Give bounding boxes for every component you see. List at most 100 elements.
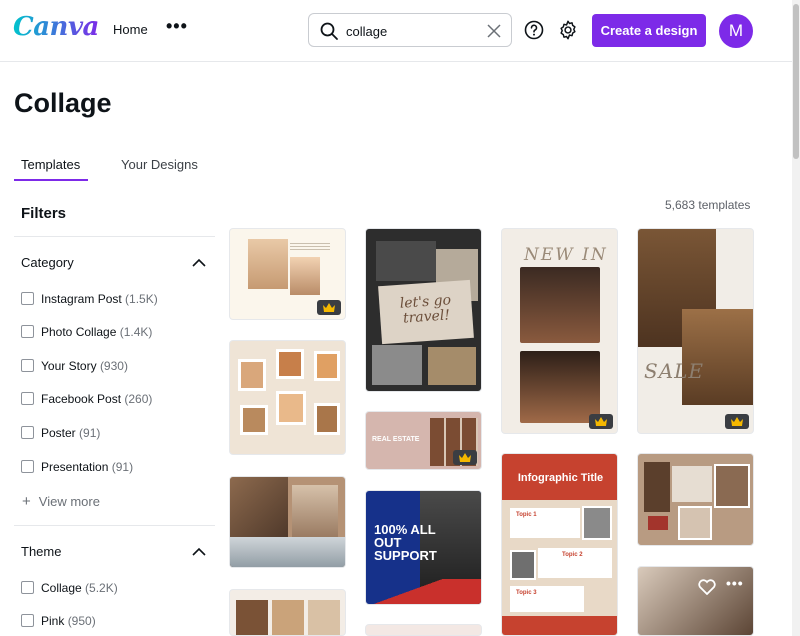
template-card[interactable] [365,624,482,636]
page-scrollbar[interactable] [792,0,800,636]
help-icon[interactable] [524,20,544,40]
template-photo [276,391,306,425]
template-text-topic: Topic 3 [516,590,537,596]
template-card[interactable]: SALE [637,228,754,434]
template-text-travel: let's go travel! [399,292,452,327]
template-photo [582,506,612,540]
template-photo [272,600,304,635]
template-card[interactable] [229,340,346,455]
premium-crown-badge [725,414,749,429]
page-title: Collage [14,88,112,118]
category-filter-header[interactable]: Category [21,255,74,270]
template-photo [314,403,340,435]
template-card[interactable] [229,589,346,636]
premium-crown-badge [317,300,341,315]
template-photo [672,466,712,502]
nav-home-link[interactable]: Home [113,22,148,37]
favorite-heart-icon[interactable] [698,579,716,595]
template-photo [678,506,712,540]
checkbox[interactable] [21,460,34,473]
checkbox[interactable] [21,325,34,338]
template-card[interactable] [637,453,754,546]
filter-option-instagram-post[interactable]: Instagram Post (1.5K) [21,292,158,308]
create-design-button[interactable]: Create a design [592,14,706,47]
template-text-topic: Topic 1 [516,512,537,518]
template-accent [648,516,668,530]
filters-heading: Filters [21,205,67,222]
more-options-icon[interactable]: ••• [726,575,744,591]
template-photo [520,351,600,423]
template-card[interactable] [229,476,346,568]
template-photo [428,347,476,385]
user-avatar[interactable]: M [719,14,753,48]
template-card[interactable]: let's go travel! [365,228,482,392]
template-text-sale: SALE [644,359,705,383]
checkbox[interactable] [21,359,34,372]
template-text-support: 100% ALL OUT SUPPORT [374,522,437,563]
template-photo [290,257,320,295]
template-text-topic: Topic 2 [562,552,583,558]
clear-search-icon[interactable] [484,21,504,41]
search-input[interactable] [346,21,476,41]
active-tab-indicator [14,179,88,181]
checkbox[interactable] [21,614,34,627]
template-photo [644,462,670,512]
premium-crown-badge [589,414,613,429]
template-card[interactable]: ••• [637,566,754,636]
crown-icon [731,417,743,426]
template-text-lines [290,243,330,251]
template-photo [510,550,536,580]
template-photo [682,309,753,405]
scrollbar-thumb[interactable] [793,4,799,159]
template-photo [240,405,268,435]
template-count: 5,683 templates [665,198,751,212]
template-photo [308,600,340,635]
template-text-infographic: Infographic Title [517,472,604,484]
template-card[interactable] [229,228,346,320]
chevron-up-icon[interactable] [191,547,207,557]
template-photo [292,485,338,537]
search-icon [320,22,338,40]
template-photo [372,345,422,385]
template-photo [248,239,288,289]
crown-icon [459,453,471,462]
template-photo [230,537,345,567]
checkbox[interactable] [21,426,34,439]
template-accent [366,579,481,604]
filter-option-pink[interactable]: Pink (950) [21,614,96,630]
template-card[interactable]: NEW IN [501,228,618,434]
tab-your-designs[interactable]: Your Designs [121,157,198,172]
template-card[interactable]: 100% ALL OUT SUPPORT [365,490,482,605]
tab-templates[interactable]: Templates [21,157,80,172]
filter-option-presentation[interactable]: Presentation (91) [21,460,133,476]
canva-logo[interactable]: Canva [13,12,99,42]
filter-option-your-story[interactable]: Your Story (930) [21,359,128,375]
template-text-real-estate: REAL ESTATE [372,436,420,443]
template-photo [236,600,268,635]
crown-icon [323,303,335,312]
filter-option-collage[interactable]: Collage (5.2K) [21,581,118,597]
filter-option-facebook-post[interactable]: Facebook Post (260) [21,392,152,408]
template-card[interactable]: Infographic Title Topic 1 Topic 2 Topic … [501,453,618,636]
checkbox[interactable] [21,292,34,305]
filter-option-poster[interactable]: Poster (91) [21,426,100,442]
plus-icon: + [22,493,31,510]
template-photo [520,267,600,343]
view-more-link[interactable]: + View more [22,493,100,510]
template-photo [376,241,436,281]
more-menu-icon[interactable]: ••• [166,16,188,37]
search-bar[interactable] [308,13,512,47]
filter-option-photo-collage[interactable]: Photo Collage (1.4K) [21,325,152,341]
checkbox[interactable] [21,392,34,405]
divider [14,525,215,526]
settings-gear-icon[interactable] [557,19,579,41]
theme-filter-header[interactable]: Theme [21,544,61,559]
divider [14,236,215,237]
checkbox[interactable] [21,581,34,594]
template-photo [238,359,266,391]
template-photo [276,349,304,379]
premium-crown-badge [453,450,477,465]
chevron-up-icon[interactable] [191,258,207,268]
template-footer [502,616,617,635]
template-card[interactable]: REAL ESTATE [365,411,482,470]
